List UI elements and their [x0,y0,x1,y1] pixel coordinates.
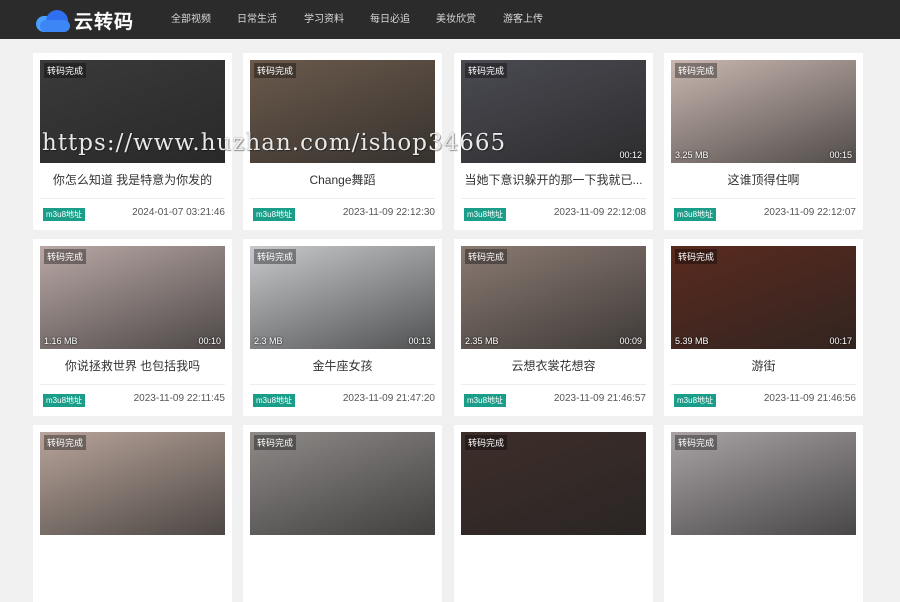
video-duration: 00:13 [408,336,431,346]
m3u8-link-button[interactable]: m3u8地址 [464,394,507,407]
upload-date: 2023-11-09 22:12:07 [763,207,856,218]
video-card[interactable]: 转码完成 [664,425,863,602]
status-badge: 转码完成 [254,435,297,450]
video-card[interactable]: 转码完成你怎么知道 我是特意为你发的 m3u8地址 2024-01-07 03:21… [33,53,232,230]
status-badge: 转码完成 [465,435,508,450]
video-title[interactable]: 这谁顶得住啊 [671,171,856,188]
divider [40,384,225,385]
video-thumbnail[interactable]: 转码完成 [461,432,646,535]
file-size: 2.35 MB [465,336,499,346]
main-nav: 全部视频 日常生活 学习资料 每日必追 美妆欣赏 游客上传 [171,0,543,39]
file-size: 3.25 MB [675,150,709,160]
video-title[interactable]: 云想衣裳花想容 [461,357,646,374]
top-navbar: 云转码 全部视频 日常生活 学习资料 每日必追 美妆欣赏 游客上传 [0,0,900,39]
status-badge: 转码完成 [254,63,297,78]
status-badge: 转码完成 [675,249,718,264]
video-thumbnail[interactable]: 转码完成 00:12 [461,60,646,163]
video-duration: 00:09 [619,336,642,346]
video-title[interactable]: 当她下意识躲开的那一下我就已... [461,171,646,188]
video-thumbnail[interactable]: 转码完成 [40,60,225,163]
video-title[interactable]: 你说拯救世界 也包括我吗 [40,357,225,374]
nav-item-beauty[interactable]: 美妆欣赏 [436,0,476,39]
video-title[interactable]: 游街 [671,357,856,374]
nav-item-study[interactable]: 学习资料 [304,0,344,39]
status-badge: 转码完成 [675,63,718,78]
video-thumbnail[interactable]: 转码完成 2.3 MB 00:13 [250,246,435,349]
m3u8-link-button[interactable]: m3u8地址 [253,394,296,407]
upload-date: 2023-11-09 22:12:08 [553,207,646,218]
status-badge: 转码完成 [465,249,508,264]
status-badge: 转码完成 [254,249,297,264]
divider [461,384,646,385]
cloud-logo-icon [36,8,72,32]
video-title[interactable]: Change舞蹈 [250,171,435,188]
video-thumbnail[interactable]: 转码完成 [671,432,856,535]
upload-date: 2023-11-09 22:11:45 [133,393,225,404]
upload-date: 2023-11-09 22:12:30 [342,207,435,218]
m3u8-link-button[interactable]: m3u8地址 [674,394,717,407]
divider [250,384,435,385]
nav-item-guest-upload[interactable]: 游客上传 [503,0,543,39]
status-badge: 转码完成 [44,249,87,264]
nav-item-daily-life[interactable]: 日常生活 [237,0,277,39]
video-card[interactable]: 转码完成 [454,425,653,602]
video-card[interactable]: 转码完成 [33,425,232,602]
divider [461,198,646,199]
file-size: 1.16 MB [44,336,78,346]
video-thumbnail[interactable]: 转码完成 5.39 MB 00:17 [671,246,856,349]
video-card[interactable]: 转码完成 5.39 MB 00:17 游街 m3u8地址 2023-11-09 21:46… [664,239,863,416]
site-logo[interactable]: 云转码 [36,6,134,34]
status-badge: 转码完成 [44,63,87,78]
logo-text: 云转码 [74,11,135,33]
video-card[interactable]: 转码完成 2.35 MB 00:09 云想衣裳花想容 m3u8地址 2023-11-09 … [454,239,653,416]
upload-date: 2023-11-09 21:46:57 [553,393,646,404]
video-thumbnail[interactable]: 转码完成 [40,432,225,535]
video-thumbnail[interactable]: 转码完成 1.16 MB 00:10 [40,246,225,349]
video-title[interactable]: 你怎么知道 我是特意为你发的 [40,171,225,188]
file-size: 2.3 MB [254,336,283,346]
divider [671,198,856,199]
video-card[interactable]: 转码完成 [243,425,442,602]
upload-date: 2023-11-09 21:46:56 [763,393,856,404]
video-thumbnail[interactable]: 转码完成 3.25 MB 00:15 [671,60,856,163]
divider [250,198,435,199]
m3u8-link-button[interactable]: m3u8地址 [464,208,507,221]
divider [40,198,225,199]
m3u8-link-button[interactable]: m3u8地址 [674,208,717,221]
m3u8-link-button[interactable]: m3u8地址 [253,208,296,221]
video-duration: 00:17 [829,336,852,346]
video-duration: 00:10 [198,336,221,346]
upload-date: 2024-01-07 03:21:46 [132,207,225,218]
upload-date: 2023-11-09 21:47:20 [342,393,435,404]
m3u8-link-button[interactable]: m3u8地址 [43,394,86,407]
video-card[interactable]: 转码完成 3.25 MB 00:15 这谁顶得住啊 m3u8地址 2023-11-09 2… [664,53,863,230]
status-badge: 转码完成 [44,435,87,450]
video-duration: 00:12 [619,150,642,160]
video-card[interactable]: 转码完成 Change舞蹈 m3u8地址 2023-11-09 22:12:30 [243,53,442,230]
video-duration: 00:15 [829,150,852,160]
video-thumbnail[interactable]: 转码完成 2.35 MB 00:09 [461,246,646,349]
video-card[interactable]: 转码完成 2.3 MB 00:13 金牛座女孩 m3u8地址 2023-11-09 21:… [243,239,442,416]
file-size: 5.39 MB [675,336,709,346]
status-badge: 转码完成 [675,435,718,450]
video-thumbnail[interactable]: 转码完成 [250,432,435,535]
m3u8-link-button[interactable]: m3u8地址 [43,208,86,221]
video-card[interactable]: 转码完成 00:12 当她下意识躲开的那一下我就已... m3u8地址 2023-11-… [454,53,653,230]
divider [671,384,856,385]
nav-item-daily-must[interactable]: 每日必追 [370,0,410,39]
video-title[interactable]: 金牛座女孩 [250,357,435,374]
video-card[interactable]: 转码完成 1.16 MB 00:10 你说拯救世界 也包括我吗 m3u8地址 2023-1… [33,239,232,416]
nav-item-all-videos[interactable]: 全部视频 [171,0,211,39]
status-badge: 转码完成 [465,63,508,78]
video-thumbnail[interactable]: 转码完成 [250,60,435,163]
